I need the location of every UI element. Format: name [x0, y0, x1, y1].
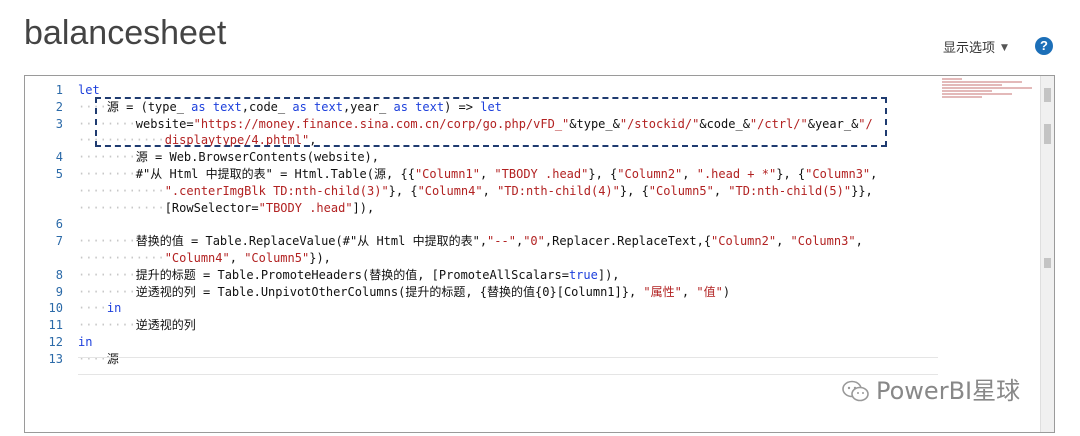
- watermark-text: PowerBI星球: [876, 377, 1021, 405]
- annotation-dashed-box: [95, 97, 887, 147]
- line-number: 4: [55, 150, 63, 165]
- code-minimap[interactable]: [942, 78, 1038, 108]
- code-line-4: ········源 = Web.BrowserContents(website)…: [78, 150, 379, 165]
- line-number-gutter: 1 2 3 4 5 6 7 8 9 10 11 12 13: [25, 82, 63, 368]
- code-line-11: ········逆透视的列: [78, 318, 196, 333]
- line-number: [25, 132, 63, 149]
- wechat-icon: [842, 380, 870, 402]
- current-line-top-border: [78, 357, 938, 358]
- line-number: 13: [48, 351, 63, 366]
- current-line-bottom-border: [78, 374, 938, 375]
- chevron-down-icon: ▼: [1001, 43, 1008, 53]
- code-line-7-wrap: ············"Column4", "Column5"}),: [78, 250, 331, 265]
- line-number: [25, 183, 63, 200]
- scrollbar-thumb[interactable]: [1044, 124, 1051, 144]
- line-number: 5: [55, 166, 63, 181]
- code-line-5: ········#"从 Html 中提取的表" = Html.Table(源, …: [78, 166, 878, 181]
- code-line-10: ····in: [78, 301, 122, 316]
- display-options-dropdown[interactable]: 显示选项 ▼: [943, 37, 1008, 56]
- line-number: 6: [55, 217, 63, 232]
- line-number: 11: [48, 318, 63, 333]
- line-number: 9: [55, 284, 63, 299]
- code-line-8: ········提升的标题 = Table.PromoteHeaders(替换的…: [78, 267, 620, 282]
- page-title: balancesheet: [24, 14, 227, 52]
- code-line-5-wrap-1: ············".centerImgBlk TD:nth-child(…: [78, 183, 873, 198]
- code-line-9: ········逆透视的列 = Table.UnpivotOtherColumn…: [78, 284, 731, 299]
- line-number: 10: [48, 301, 63, 316]
- line-number: 3: [55, 116, 63, 131]
- scrollbar-thumb-marker: [1044, 88, 1051, 102]
- line-number: [25, 250, 63, 267]
- scrollbar-position-marker: [1044, 258, 1051, 268]
- display-options-label: 显示选项: [943, 41, 996, 56]
- code-line-5-wrap-2: ············[RowSelector="TBODY .head"])…: [78, 200, 375, 215]
- code-line-7: ········替换的值 = Table.ReplaceValue(#"从 Ht…: [78, 234, 863, 249]
- line-number: 2: [55, 99, 63, 114]
- line-number: 8: [55, 267, 63, 282]
- line-number: 1: [55, 83, 63, 97]
- code-line-12: in: [78, 334, 93, 349]
- line-number: [25, 200, 63, 217]
- line-number: 7: [55, 234, 63, 249]
- watermark: PowerBI星球: [842, 371, 1020, 406]
- vertical-scrollbar[interactable]: [1040, 76, 1054, 432]
- line-number: 12: [48, 334, 63, 349]
- code-line-13: ····源: [78, 351, 119, 366]
- help-icon[interactable]: ?: [1035, 37, 1053, 55]
